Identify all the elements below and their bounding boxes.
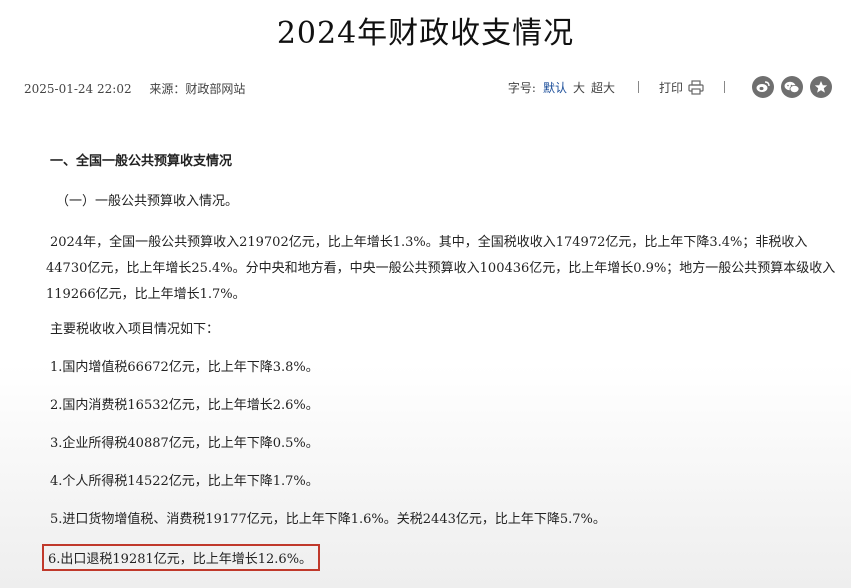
font-size-large[interactable]: 大 [573, 79, 585, 96]
paragraph-line: 119266亿元，比上年增长1.7%。 [46, 287, 246, 302]
tax-list-intro: 主要税收收入项目情况如下： [50, 322, 220, 337]
divider [724, 81, 725, 93]
tax-item: 5.进口货物增值税、消费税19177亿元，比上年下降1.6%。关税2443亿元，… [50, 512, 606, 527]
tax-item: 1.国内增值税66672亿元，比上年下降3.8%。 [50, 360, 319, 375]
font-size-default[interactable]: 默认 [543, 79, 567, 96]
article-source: 来源：财政部网站 [149, 82, 246, 96]
page-title: 2024年财政收支情况 [276, 16, 575, 51]
paragraph-line: 44730亿元，比上年增长25.4%。分中央和地方看，中央一般公共预算收入100… [46, 261, 836, 276]
favorite-icon[interactable] [810, 76, 832, 98]
tax-item: 3.企业所得税40887亿元，比上年下降0.5%。 [50, 436, 319, 451]
article-tools: 字号: 默认 大 超大 打印 [508, 74, 832, 100]
tax-item: 2.国内消费税16532亿元，比上年增长2.6%。 [50, 398, 319, 413]
meta-bar: 2025-01-24 22:02 来源：财政部网站 字号: 默认 大 超大 打印 [20, 74, 832, 100]
print-label: 打印 [658, 80, 683, 95]
tax-item-highlighted: 6.出口退税19281亿元，比上年增长12.6%。 [42, 544, 321, 571]
printer-icon [688, 79, 704, 95]
paragraph-line: 2024年，全国一般公共预算收入219702亿元，比上年增长1.3%。其中，全国… [50, 235, 808, 250]
font-size-xlarge[interactable]: 超大 [591, 79, 615, 96]
divider [637, 81, 639, 93]
meta-info: 2025-01-24 22:02 来源：财政部网站 [24, 80, 245, 97]
tax-item: 4.个人所得税14522亿元，比上年下降1.7%。 [50, 474, 319, 489]
font-size-label: 字号: [507, 80, 536, 95]
print-button[interactable]: 打印 [659, 79, 704, 96]
publish-date: 2025-01-24 22:02 [24, 82, 132, 96]
subheading: （一）一般公共预算收入情况。 [56, 194, 239, 209]
weibo-icon[interactable] [752, 76, 774, 98]
wechat-icon[interactable] [781, 76, 803, 98]
revenue-paragraph: 2024年，全国一般公共预算收入219702亿元，比上年增长1.3%。其中，全国… [46, 230, 835, 308]
section-heading: 一、全国一般公共预算收支情况 [50, 154, 233, 169]
